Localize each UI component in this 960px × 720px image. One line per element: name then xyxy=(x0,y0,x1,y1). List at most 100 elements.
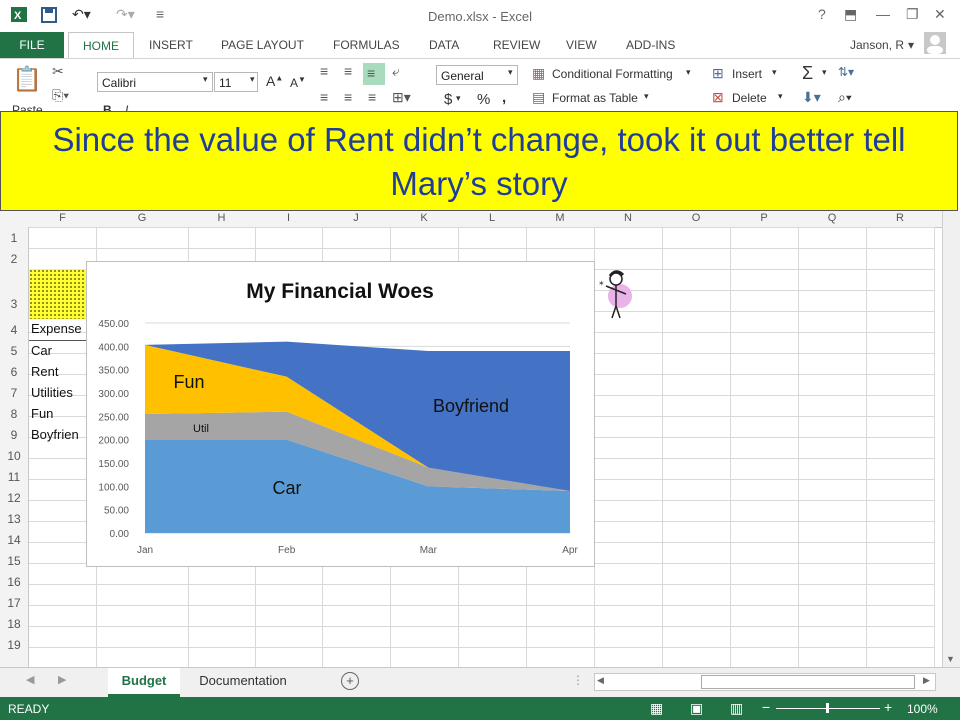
row-header[interactable]: 16 xyxy=(0,575,28,589)
scroll-tabs-right-icon[interactable]: ▶ xyxy=(58,673,66,686)
horizontal-scroll-thumb[interactable] xyxy=(701,675,915,689)
format-as-table-chevron-icon[interactable]: ▾ xyxy=(644,91,649,102)
decrease-font-icon[interactable]: A▼ xyxy=(290,75,306,90)
currency-chevron-icon[interactable]: ▾ xyxy=(456,93,461,104)
cell-rent[interactable]: Rent xyxy=(31,364,58,379)
page-break-view-icon[interactable]: ▥ xyxy=(730,700,743,717)
row-header[interactable]: 1 xyxy=(0,231,28,245)
autosum-chevron-icon[interactable]: ▾ xyxy=(822,67,827,78)
area-chart[interactable]: My Financial Woes 0.00 50.00 100.00 150.00 20… xyxy=(86,261,595,567)
row-header[interactable]: 6 xyxy=(0,365,28,379)
tab-view[interactable]: VIEW xyxy=(566,38,597,52)
clipart-girl-icon[interactable]: ✶ xyxy=(596,266,636,322)
add-sheet-icon[interactable]: + xyxy=(341,672,359,690)
tab-add-ins[interactable]: ADD-INS xyxy=(626,38,675,52)
column-header[interactable]: I xyxy=(255,212,322,224)
cell-boyfriend[interactable]: Boyfrien xyxy=(31,427,79,442)
row-header[interactable]: 7 xyxy=(0,386,28,400)
cell-utilities[interactable]: Utilities xyxy=(31,385,73,400)
row-header[interactable]: 4 xyxy=(0,323,28,337)
cell-expense[interactable]: Expense xyxy=(31,321,82,336)
dotted-fill-cell[interactable] xyxy=(29,269,86,319)
restore-icon[interactable]: ❐ xyxy=(906,6,919,23)
align-middle-icon[interactable]: ≡ xyxy=(344,63,352,79)
scroll-tabs-left-icon[interactable]: ◀ xyxy=(26,673,34,686)
vertical-scrollbar[interactable]: ▼ xyxy=(942,211,960,667)
normal-view-icon[interactable]: ▦ xyxy=(650,700,663,717)
fill-icon[interactable]: ⬇▾ xyxy=(802,89,821,106)
row-header[interactable]: 13 xyxy=(0,512,28,526)
sheet-tab-documentation[interactable]: Documentation xyxy=(186,668,300,694)
insert-chevron-icon[interactable]: ▾ xyxy=(772,67,777,78)
number-format-box[interactable]: General xyxy=(436,65,518,85)
scroll-left-icon[interactable]: ◀ xyxy=(597,675,604,686)
tab-home[interactable]: HOME xyxy=(68,32,134,59)
font-name-chevron-icon[interactable]: ▾ xyxy=(203,74,208,85)
delete-cells-icon[interactable]: ⊠ xyxy=(712,89,724,106)
conditional-formatting-chevron-icon[interactable]: ▾ xyxy=(686,67,691,78)
sort-filter-icon[interactable]: ⇅▾ xyxy=(838,65,854,79)
tab-page-layout[interactable]: PAGE LAYOUT xyxy=(221,38,304,52)
tab-formulas[interactable]: FORMULAS xyxy=(333,38,400,52)
row-header[interactable]: 12 xyxy=(0,491,28,505)
align-right-icon[interactable]: ≡ xyxy=(368,89,376,105)
wrap-text-icon[interactable]: ⤶ xyxy=(392,63,400,80)
align-bottom-button[interactable]: ≡ xyxy=(363,63,385,85)
row-header[interactable]: 17 xyxy=(0,596,28,610)
insert-button[interactable]: Insert xyxy=(732,67,762,81)
row-header[interactable]: 10 xyxy=(0,449,28,463)
increase-font-icon[interactable]: A▲ xyxy=(266,73,283,89)
font-name-box[interactable]: Calibri xyxy=(97,72,213,92)
tab-data[interactable]: DATA xyxy=(429,38,459,52)
column-header[interactable]: H xyxy=(188,212,255,224)
avatar[interactable] xyxy=(924,32,946,54)
align-left-icon[interactable]: ≡ xyxy=(320,89,328,105)
column-header[interactable]: M xyxy=(526,212,594,224)
tab-file[interactable]: FILE xyxy=(0,32,64,58)
paste-icon[interactable]: 📋 xyxy=(12,65,42,94)
column-header[interactable]: J xyxy=(322,212,390,224)
ribbon-display-icon[interactable]: ⬒ xyxy=(844,6,857,23)
currency-button[interactable]: $ xyxy=(444,91,452,108)
tab-review[interactable]: REVIEW xyxy=(493,38,540,52)
find-select-icon[interactable]: ⌕▾ xyxy=(838,89,852,106)
user-name[interactable]: Janson, R xyxy=(850,38,904,52)
close-icon[interactable]: ✕ xyxy=(934,6,946,23)
insert-cells-icon[interactable]: ⊞ xyxy=(712,65,724,82)
zoom-level[interactable]: 100% xyxy=(907,702,938,716)
column-header[interactable]: N xyxy=(594,212,662,224)
row-header[interactable]: 18 xyxy=(0,617,28,631)
merge-center-icon[interactable]: ⊞▾ xyxy=(392,89,411,106)
zoom-in-icon[interactable]: + xyxy=(884,699,892,715)
column-header[interactable]: P xyxy=(730,212,798,224)
format-as-table-button[interactable]: Format as Table xyxy=(552,91,638,105)
help-button[interactable]: ? xyxy=(818,6,826,22)
column-header[interactable]: O xyxy=(662,212,730,224)
copy-icon[interactable]: ⎘▾ xyxy=(52,87,69,104)
cut-icon[interactable]: ✂ xyxy=(52,63,64,80)
autosum-icon[interactable]: Σ xyxy=(802,63,813,84)
column-header[interactable]: K xyxy=(390,212,458,224)
zoom-slider-thumb[interactable] xyxy=(826,703,829,713)
cell-car[interactable]: Car xyxy=(31,343,52,358)
horizontal-scrollbar[interactable]: ◀ ▶ xyxy=(594,673,936,691)
user-menu-chevron-icon[interactable]: ▾ xyxy=(908,38,914,52)
zoom-out-icon[interactable]: − xyxy=(762,699,770,715)
column-header[interactable]: R xyxy=(866,212,934,224)
row-header[interactable]: 5 xyxy=(0,344,28,358)
row-header[interactable]: 2 xyxy=(0,252,28,266)
row-header[interactable]: 3 xyxy=(0,297,28,311)
conditional-formatting-icon[interactable]: ▦ xyxy=(532,65,545,82)
row-header[interactable]: 8 xyxy=(0,407,28,421)
format-as-table-icon[interactable]: ▤ xyxy=(532,89,545,106)
cell-fun[interactable]: Fun xyxy=(31,406,53,421)
page-layout-view-icon[interactable]: ▣ xyxy=(690,700,703,717)
column-header[interactable]: G xyxy=(96,212,188,224)
row-header[interactable]: 19 xyxy=(0,638,28,652)
scroll-down-icon[interactable]: ▼ xyxy=(946,654,955,664)
align-top-icon[interactable]: ≡ xyxy=(320,63,328,79)
number-format-chevron-icon[interactable]: ▾ xyxy=(508,67,513,78)
font-size-chevron-icon[interactable]: ▾ xyxy=(250,74,255,85)
tab-insert[interactable]: INSERT xyxy=(149,38,193,52)
row-header[interactable]: 9 xyxy=(0,428,28,442)
